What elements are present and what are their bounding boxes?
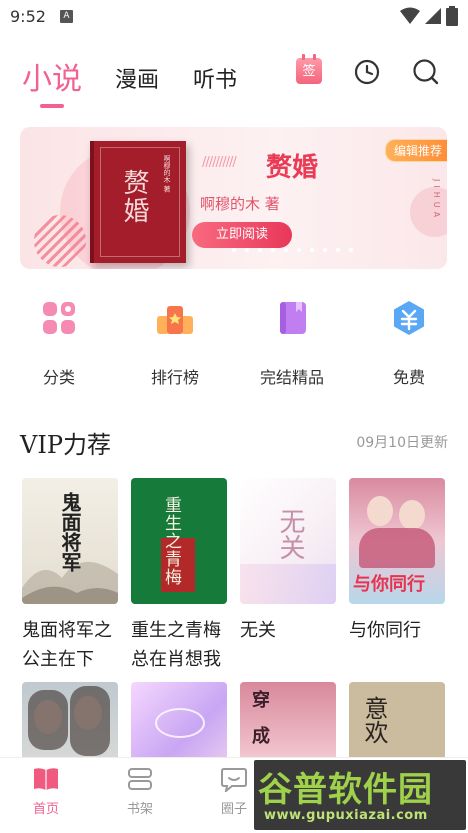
notification-icon: A (60, 10, 73, 23)
banner-side-text: JIHUA (432, 179, 441, 222)
vip-section-title: VIP力荐 (20, 431, 111, 459)
book-title: 无关 (240, 620, 276, 641)
book-card[interactable]: 鬼面将军 鬼面将军之 公主在下 (22, 478, 118, 670)
read-now-button[interactable]: 立即阅读 (192, 222, 292, 248)
nav-label: 首页 (32, 802, 59, 817)
free-icon (394, 301, 424, 335)
category-label: 排行榜 (150, 368, 199, 387)
signal-icon (425, 8, 441, 24)
home-book-icon (34, 768, 58, 790)
book-card[interactable]: 与你同行 与你同行 (349, 478, 445, 641)
vip-update-date: 09月10日更新 (356, 435, 448, 451)
book-cover: 与你同行 (349, 478, 445, 604)
tab-novel[interactable]: 小说 (22, 54, 82, 98)
category-completed[interactable]: 完结精品 (237, 298, 347, 388)
book-cover: 鬼面将军 (22, 478, 118, 604)
grid-icon (43, 302, 75, 334)
history-clock-icon[interactable] (353, 58, 381, 86)
banner-pagination (232, 248, 353, 252)
nav-label: 书架 (126, 802, 153, 817)
banner-decor-stripes (34, 215, 86, 267)
book-cover: 无关 (240, 478, 336, 604)
banner-page-dot[interactable] (271, 248, 275, 252)
banner-page-dot[interactable] (258, 248, 262, 252)
category-free[interactable]: 免费 (354, 298, 464, 388)
battery-icon (446, 6, 458, 26)
book-title: 鬼面将军之 公主在下 (22, 620, 112, 670)
book-card[interactable]: 无关 无关 (240, 478, 336, 641)
banner-page-dot[interactable] (232, 248, 236, 252)
banner-page-dot[interactable] (245, 248, 249, 252)
watermark-url: www.gupuxiazai.com (264, 808, 428, 823)
book-icon (280, 302, 306, 334)
status-bar: 9:52 A (0, 0, 468, 34)
watermark-logo: 谷普软件园 (258, 770, 433, 810)
banner-page-dot[interactable] (284, 248, 288, 252)
cover-title: 与你同行 (353, 574, 425, 595)
banner-page-dot[interactable] (349, 248, 353, 252)
featured-banner[interactable]: 赘婚 啊穆的木 著 ////////// 赘婚 啊穆的木 著 立即阅读 编辑推荐… (20, 127, 447, 269)
category-label: 分类 (42, 368, 75, 387)
banner-book-cover-author: 啊穆的木 著 (163, 155, 171, 193)
wifi-icon (400, 7, 420, 24)
banner-title: 赘婚 (266, 153, 319, 183)
top-tabs: 小说 漫画 听书 签 (0, 50, 468, 120)
banner-book-cover[interactable]: 赘婚 啊穆的木 著 (90, 141, 186, 263)
book-title: 与你同行 (349, 620, 421, 641)
banner-decor-circle (410, 187, 447, 237)
book-cover: 重生之青梅 (131, 478, 227, 604)
cover-title: 穿成 (249, 690, 270, 762)
banner-page-dot[interactable] (336, 248, 340, 252)
nav-home[interactable]: 首页 (16, 766, 76, 817)
banner-book-cover-title: 赘婚 (119, 169, 149, 225)
category-classify[interactable]: 分类 (4, 298, 114, 388)
tab-comic[interactable]: 漫画 (115, 62, 159, 94)
cover-title: 重生之青梅 (161, 496, 181, 586)
category-label: 完结精品 (259, 368, 324, 387)
editor-pick-badge: 编辑推荐 (384, 139, 447, 162)
site-watermark: 谷普软件园 www.gupuxiazai.com (254, 760, 466, 830)
book-card[interactable]: 重生之青梅 重生之青梅 总在肖想我 (131, 478, 227, 670)
bookshelf-icon (128, 768, 152, 790)
category-ranking[interactable]: 排行榜 (120, 298, 230, 388)
status-icons (400, 6, 458, 26)
cover-title: 无关 (275, 508, 305, 560)
banner-page-dot[interactable] (297, 248, 301, 252)
banner-page-dot[interactable] (310, 248, 314, 252)
search-icon[interactable] (412, 58, 440, 86)
book-title: 重生之青梅 总在肖想我 (131, 620, 221, 670)
category-shortcuts: 分类 排行榜 完结精品 免费 (0, 298, 468, 388)
banner-decor-slashes: ////////// (202, 155, 237, 170)
tab-active-indicator (40, 104, 64, 108)
nav-bookshelf[interactable]: 书架 (110, 766, 170, 817)
ranking-icon (157, 306, 193, 334)
status-time: 9:52 (10, 7, 46, 26)
category-label: 免费 (392, 368, 425, 387)
banner-page-dot[interactable] (323, 248, 327, 252)
tab-audiobook[interactable]: 听书 (193, 62, 237, 94)
banner-author: 啊穆的木 著 (200, 195, 280, 213)
cover-title: 鬼面将军 (58, 492, 82, 572)
sign-in-calendar-icon[interactable]: 签 (296, 54, 322, 84)
chat-icon (221, 768, 247, 792)
cover-title: 意欢 (360, 696, 388, 744)
